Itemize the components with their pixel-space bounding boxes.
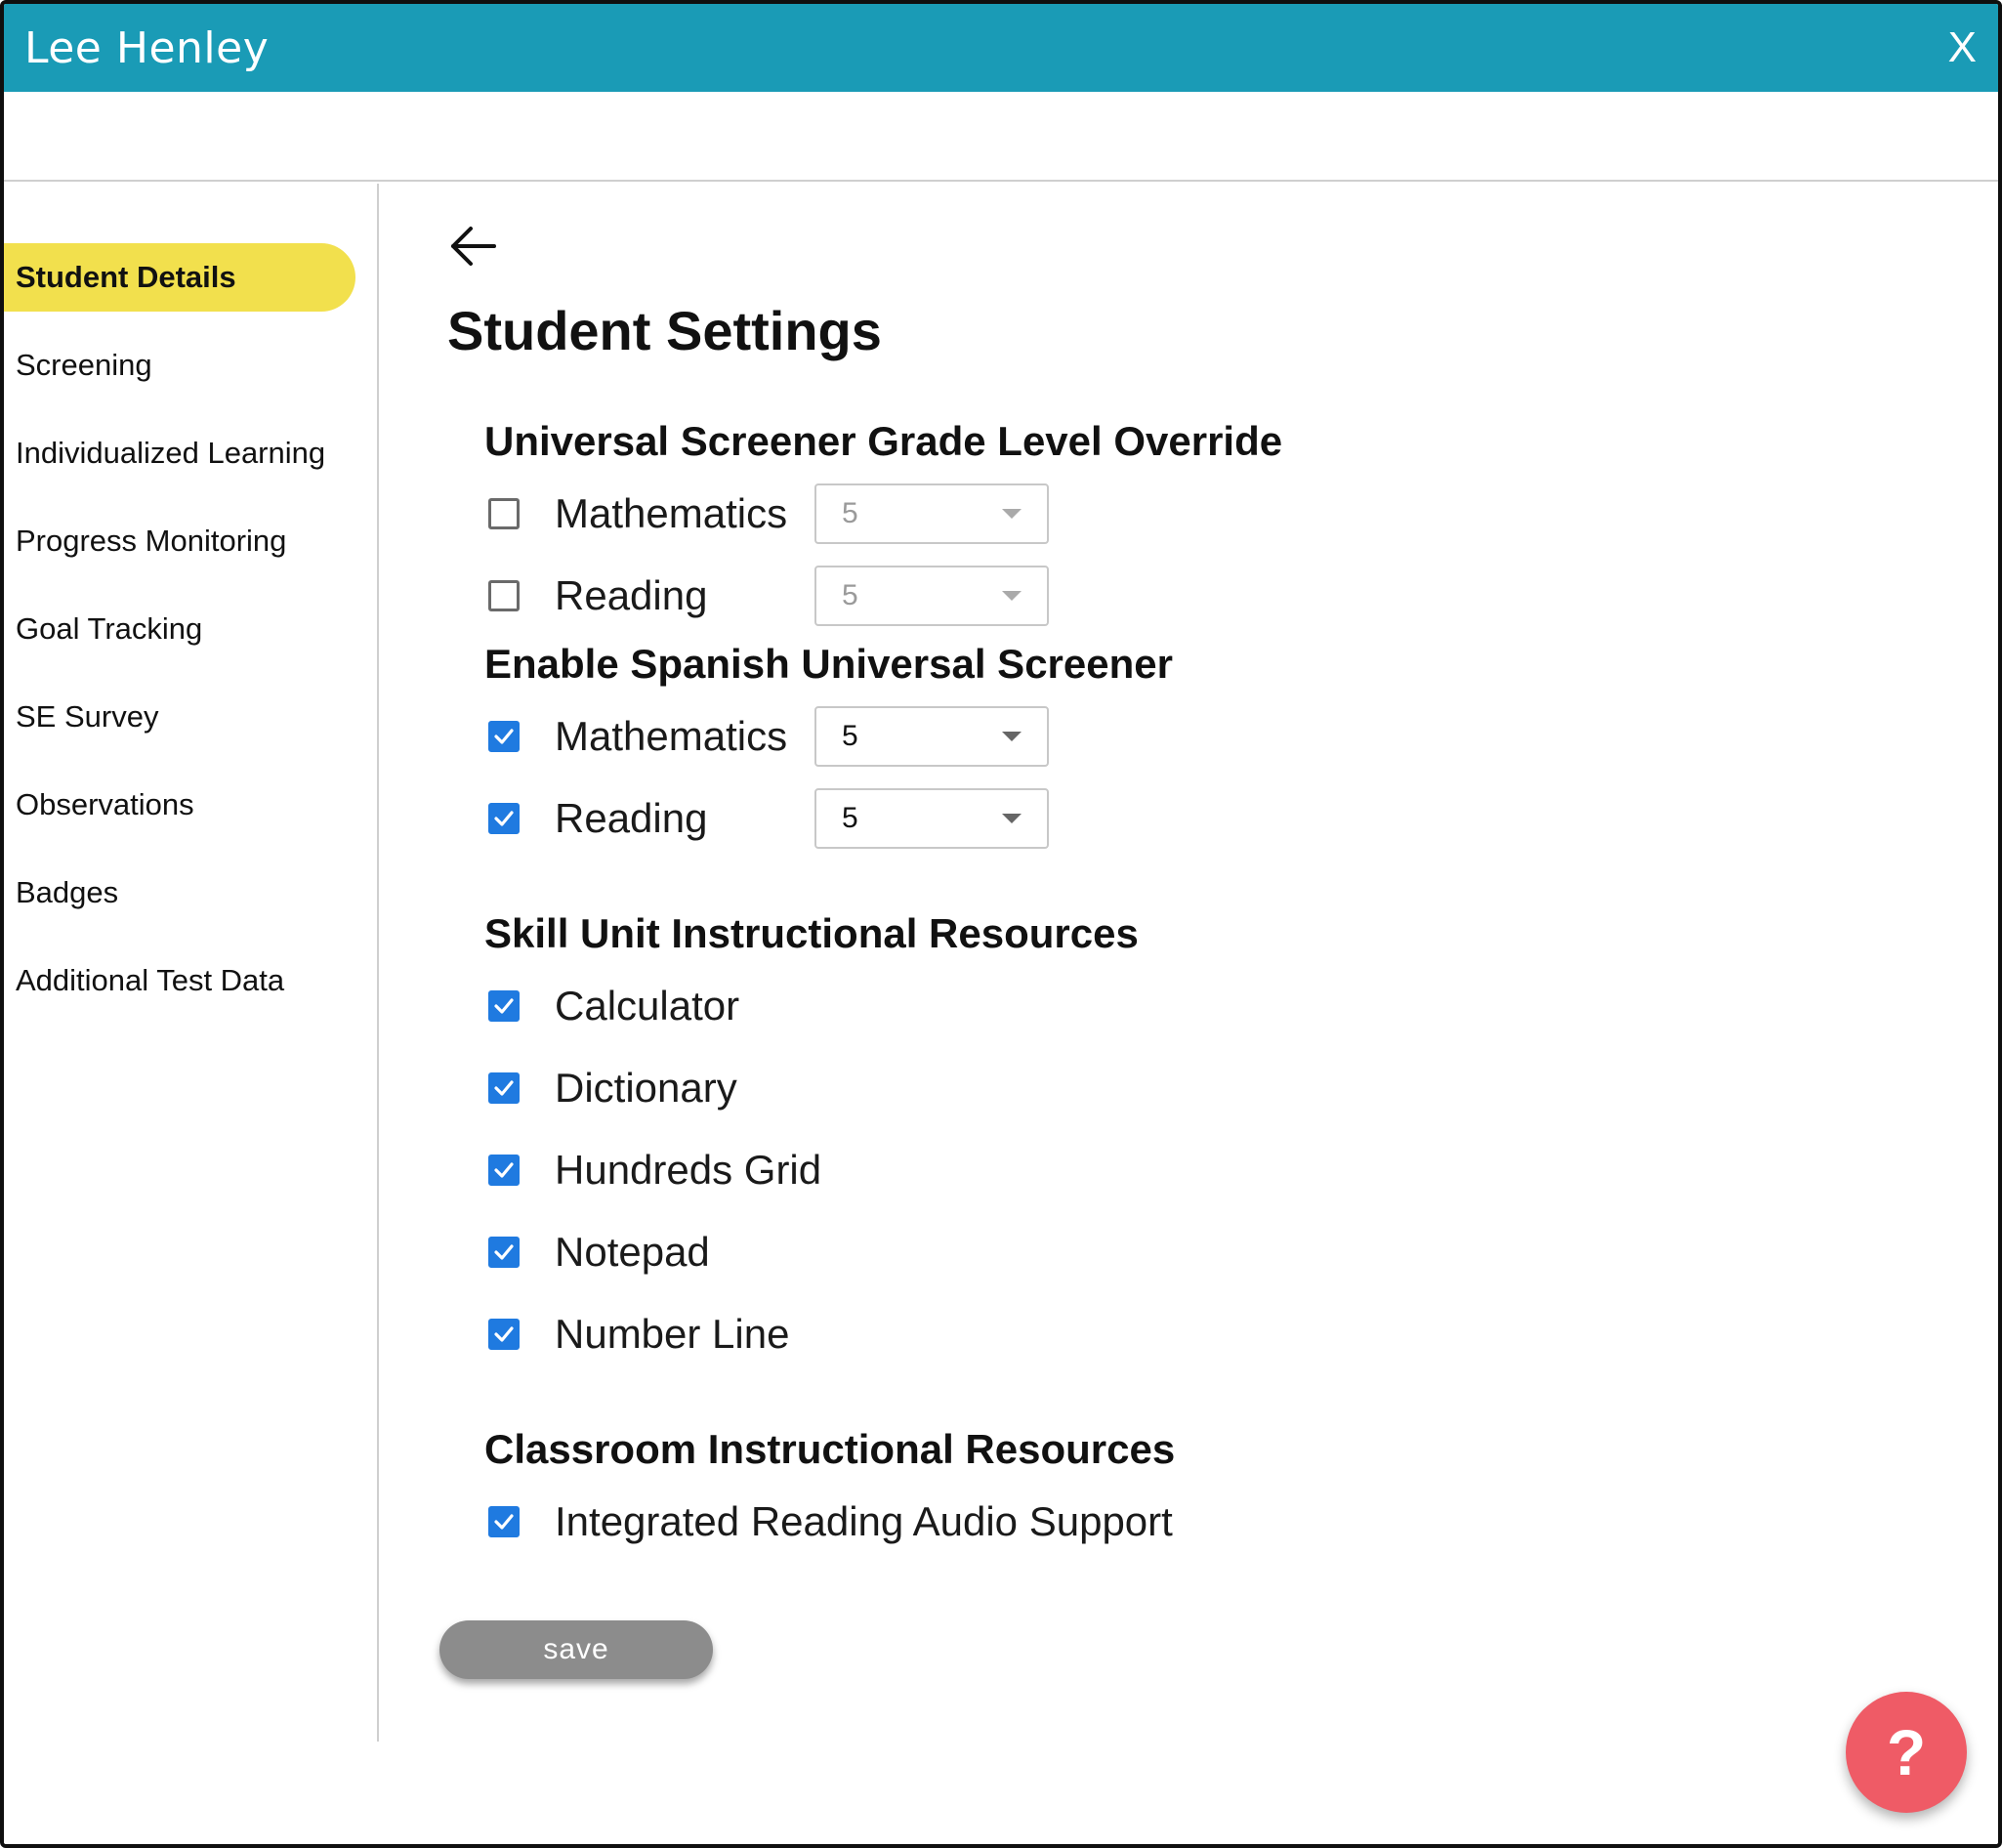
override-math-grade-select[interactable]: 5 xyxy=(814,483,1049,544)
skill-calculator-row: Calculator xyxy=(488,975,739,1037)
arrow-left-icon xyxy=(451,227,496,266)
window-title: Lee Henley xyxy=(24,22,270,73)
hundreds-grid-label: Hundreds Grid xyxy=(555,1147,822,1193)
spanish-math-grade-select[interactable]: 5 xyxy=(814,706,1049,767)
spanish-math-checkbox[interactable] xyxy=(488,721,520,752)
checkmark-icon xyxy=(494,998,514,1014)
skill-number-line-row: Number Line xyxy=(488,1303,789,1365)
student-settings-window: Lee Henley X Student Details Screening I… xyxy=(0,0,2002,1848)
checkmark-icon xyxy=(494,1162,514,1178)
save-button[interactable]: save xyxy=(439,1620,713,1679)
chevron-down-icon xyxy=(1002,591,1022,601)
back-button[interactable] xyxy=(445,219,500,273)
override-math-row: Mathematics xyxy=(488,483,787,545)
dictionary-label: Dictionary xyxy=(555,1065,737,1111)
sidebar-item-screening[interactable]: Screening xyxy=(4,331,355,399)
hundreds-grid-checkbox[interactable] xyxy=(488,1155,520,1186)
override-math-label: Mathematics xyxy=(555,490,788,536)
sidebar-nav-list: Student Details Screening Individualized… xyxy=(4,243,377,1034)
override-reading-row: Reading xyxy=(488,565,707,627)
question-mark-icon: ? xyxy=(1886,1716,1927,1788)
sidebar-item-badges[interactable]: Badges xyxy=(4,859,355,927)
title-bar: Lee Henley X xyxy=(4,4,1998,92)
sidebar-item-individualized-learning[interactable]: Individualized Learning xyxy=(4,419,355,487)
spanish-reading-row: Reading xyxy=(488,787,707,850)
checkmark-icon xyxy=(494,729,514,744)
override-math-checkbox[interactable] xyxy=(488,498,520,529)
notepad-label: Notepad xyxy=(555,1229,710,1275)
checkmark-icon xyxy=(494,1514,514,1530)
calculator-checkbox[interactable] xyxy=(488,990,520,1022)
notepad-checkbox[interactable] xyxy=(488,1237,520,1268)
override-reading-checkbox[interactable] xyxy=(488,580,520,611)
close-button[interactable]: X xyxy=(1948,26,1977,69)
checkmark-icon xyxy=(494,1326,514,1342)
chevron-down-icon xyxy=(1002,509,1022,519)
sidebar-item-observations[interactable]: Observations xyxy=(4,771,355,839)
help-button[interactable]: ? xyxy=(1846,1692,1967,1813)
checkmark-icon xyxy=(494,1244,514,1260)
spanish-reading-checkbox[interactable] xyxy=(488,803,520,834)
audio-support-checkbox[interactable] xyxy=(488,1506,520,1537)
override-reading-grade-value: 5 xyxy=(842,579,858,611)
sidebar-item-progress-monitoring[interactable]: Progress Monitoring xyxy=(4,507,355,575)
spanish-math-grade-value: 5 xyxy=(842,720,858,752)
number-line-checkbox[interactable] xyxy=(488,1319,520,1350)
chevron-down-icon xyxy=(1002,814,1022,823)
sidebar-item-goal-tracking[interactable]: Goal Tracking xyxy=(4,595,355,663)
section-title-classroom-resources: Classroom Instructional Resources xyxy=(484,1426,1176,1472)
override-reading-label: Reading xyxy=(555,572,708,618)
sidebar: Student Details Screening Individualized… xyxy=(4,184,379,1742)
spanish-reading-grade-select[interactable]: 5 xyxy=(814,788,1049,849)
main-content: Student Settings Universal Screener Grad… xyxy=(379,184,1998,1844)
skill-notepad-row: Notepad xyxy=(488,1221,710,1283)
calculator-label: Calculator xyxy=(555,983,740,1029)
section-title-skill-unit-resources: Skill Unit Instructional Resources xyxy=(484,910,1139,956)
classroom-audio-support-row: Integrated Reading Audio Support xyxy=(488,1491,1173,1553)
dictionary-checkbox[interactable] xyxy=(488,1072,520,1104)
skill-dictionary-row: Dictionary xyxy=(488,1057,737,1119)
page-title: Student Settings xyxy=(447,300,882,361)
section-title-spanish-screener: Enable Spanish Universal Screener xyxy=(484,641,1173,687)
override-math-grade-value: 5 xyxy=(842,497,858,529)
spanish-math-row: Mathematics xyxy=(488,705,787,768)
sidebar-item-se-survey[interactable]: SE Survey xyxy=(4,683,355,751)
sidebar-item-student-details[interactable]: Student Details xyxy=(4,243,355,312)
checkmark-icon xyxy=(494,1080,514,1096)
sidebar-item-additional-test-data[interactable]: Additional Test Data xyxy=(4,946,355,1015)
number-line-label: Number Line xyxy=(555,1311,790,1357)
spanish-reading-label: Reading xyxy=(555,795,708,841)
checkmark-icon xyxy=(494,811,514,826)
spanish-reading-grade-value: 5 xyxy=(842,802,858,834)
section-title-grade-override: Universal Screener Grade Level Override xyxy=(484,418,1283,464)
header-spacer xyxy=(4,92,1998,182)
chevron-down-icon xyxy=(1002,732,1022,741)
spanish-math-label: Mathematics xyxy=(555,713,788,759)
skill-hundreds-grid-row: Hundreds Grid xyxy=(488,1139,821,1201)
override-reading-grade-select[interactable]: 5 xyxy=(814,566,1049,626)
audio-support-label: Integrated Reading Audio Support xyxy=(555,1498,1173,1544)
